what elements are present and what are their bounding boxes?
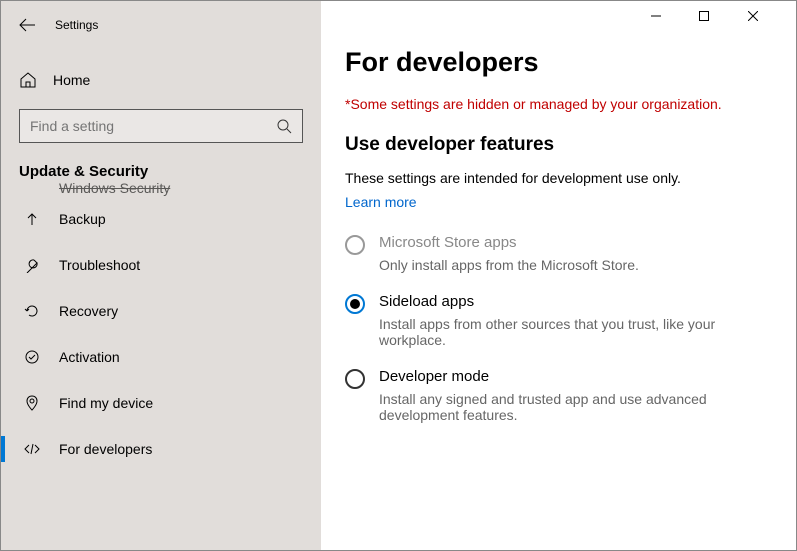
radio-developer-mode[interactable]: Developer mode Install any signed and tr… (345, 368, 766, 423)
radio-title: Developer mode (379, 368, 759, 385)
radio-title: Microsoft Store apps (379, 234, 639, 251)
nav-item-find-my-device[interactable]: Find my device (1, 380, 321, 426)
nav-item-label: Recovery (59, 303, 118, 319)
radio-desc: Install any signed and trusted app and u… (379, 391, 759, 423)
nav-item-for-developers[interactable]: For developers (1, 426, 321, 472)
radio-title: Sideload apps (379, 293, 759, 310)
search-input[interactable] (30, 118, 276, 134)
nav-item-backup[interactable]: Backup (1, 196, 321, 242)
nav-item-label: Troubleshoot (59, 257, 140, 273)
nav-item-label: Find my device (59, 395, 153, 411)
back-icon[interactable] (19, 16, 37, 34)
app-title: Settings (55, 18, 98, 32)
recovery-icon (23, 302, 41, 320)
nav-item-label: Activation (59, 349, 120, 365)
nav-item-troubleshoot[interactable]: Troubleshoot (1, 242, 321, 288)
learn-more-link[interactable]: Learn more (345, 194, 417, 210)
radio-desc: Only install apps from the Microsoft Sto… (379, 257, 639, 273)
radio-icon (345, 369, 365, 389)
nav-item-label: For developers (59, 441, 152, 457)
find-device-icon (23, 394, 41, 412)
radio-desc: Install apps from other sources that you… (379, 316, 759, 348)
main-content: For developers *Some settings are hidden… (321, 1, 796, 550)
activation-icon (23, 348, 41, 366)
window-controls (650, 1, 795, 31)
page-title: For developers (345, 47, 766, 78)
sidebar: Settings Home Update & Security Windows … (1, 1, 321, 550)
nav-item-recovery[interactable]: Recovery (1, 288, 321, 334)
search-icon (276, 118, 292, 134)
maximize-button[interactable] (699, 11, 745, 21)
nav-item-label: Windows Security (59, 180, 170, 196)
policy-warning: *Some settings are hidden or managed by … (345, 96, 766, 112)
troubleshoot-icon (23, 256, 41, 274)
nav-list: Windows Security Backup Troubleshoot (1, 180, 321, 550)
developers-icon (23, 440, 41, 458)
backup-icon (23, 210, 41, 228)
shield-icon (23, 180, 41, 196)
search-box[interactable] (19, 109, 303, 143)
close-button[interactable] (748, 11, 794, 21)
nav-item-activation[interactable]: Activation (1, 334, 321, 380)
radio-sideload[interactable]: Sideload apps Install apps from other so… (345, 293, 766, 348)
nav-item-windows-security[interactable]: Windows Security (1, 180, 321, 196)
home-icon (19, 71, 37, 89)
titlebar: Settings (1, 9, 321, 41)
section-title: Use developer features (345, 134, 766, 156)
radio-icon (345, 235, 365, 255)
radio-microsoft-store: Microsoft Store apps Only install apps f… (345, 234, 766, 273)
section-note: These settings are intended for developm… (345, 170, 766, 186)
radio-group: Microsoft Store apps Only install apps f… (345, 234, 766, 423)
nav-item-label: Backup (59, 211, 106, 227)
nav-home-label: Home (53, 72, 90, 88)
radio-icon (345, 294, 365, 314)
nav-home[interactable]: Home (1, 61, 321, 99)
minimize-button[interactable] (651, 11, 697, 21)
